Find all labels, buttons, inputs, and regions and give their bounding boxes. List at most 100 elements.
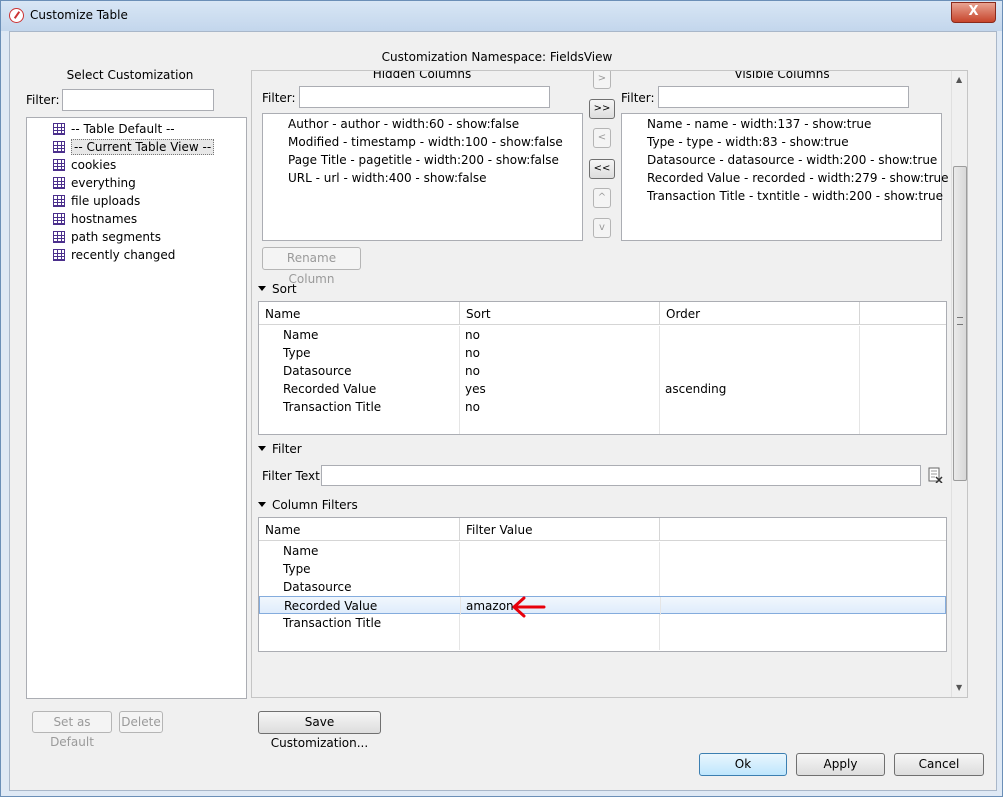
visible-column-item[interactable]: Recorded Value - recorded - width:279 - … (647, 169, 949, 187)
set-as-default-button[interactable]: Set as Default (32, 711, 112, 749)
collapse-triangle-icon (258, 286, 266, 291)
move-left-button[interactable]: < (593, 128, 611, 148)
save-customization-button[interactable]: Save Customization... (258, 711, 381, 750)
sort-table-row[interactable]: Name no (259, 326, 946, 344)
hidden-column-item[interactable]: Author - author - width:60 - show:false (288, 115, 519, 133)
customization-item[interactable]: file uploads (53, 192, 140, 210)
filter-text-input[interactable] (321, 465, 921, 486)
column-filter-row-cell[interactable] (460, 632, 660, 650)
column-filter-row[interactable]: Type (259, 560, 946, 578)
sort-table-row[interactable]: Type no (259, 344, 946, 362)
sort-table-row-cell[interactable]: ascending (660, 380, 860, 398)
visible-column-item[interactable]: Name - name - width:137 - show:true (647, 115, 871, 133)
sort-table-row-cell[interactable] (660, 398, 860, 416)
cf-header-name[interactable]: Name (259, 518, 460, 540)
column-filter-row[interactable] (259, 632, 946, 650)
column-filter-row-cell[interactable] (460, 542, 660, 560)
sort-table-row-cell[interactable] (660, 326, 860, 344)
customization-item[interactable]: cookies (53, 156, 116, 174)
visible-column-item[interactable]: Transaction Title - txntitle - width:200… (647, 187, 943, 205)
sort-table-row-cell[interactable] (660, 344, 860, 362)
column-filter-row-cell[interactable] (460, 614, 660, 632)
move-all-left-button[interactable]: << (589, 159, 615, 179)
cf-header-filter-value[interactable]: Filter Value (460, 518, 660, 540)
sort-table-row-cell[interactable]: yes (460, 380, 660, 398)
scroll-down-icon[interactable]: ▼ (956, 683, 962, 692)
sort-table-row-cell[interactable]: no (460, 326, 660, 344)
move-all-right-button[interactable]: >> (589, 99, 615, 119)
sort-table-row-cell[interactable] (259, 416, 460, 434)
sort-table-row-cell[interactable]: no (460, 344, 660, 362)
table-icon (53, 195, 65, 207)
column-filter-row-cell[interactable] (460, 560, 660, 578)
sort-section-header[interactable]: Sort (258, 281, 297, 297)
sort-table[interactable]: Name Sort Order Name no Type no Datasource no… (258, 301, 947, 435)
settings-scrollbar[interactable]: ▲ ▼ (951, 71, 967, 697)
customization-item[interactable]: path segments (53, 228, 161, 246)
column-filter-row-cell[interactable] (259, 632, 460, 650)
sort-header-sort[interactable]: Sort (460, 302, 660, 324)
hidden-columns-list[interactable]: Author - author - width:60 - show:false M… (262, 113, 583, 241)
sort-table-row[interactable]: Datasource no (259, 362, 946, 380)
sort-table-row-cell[interactable]: Transaction Title (259, 398, 460, 416)
close-button[interactable]: X (951, 2, 996, 23)
column-filter-row[interactable]: Name (259, 542, 946, 560)
move-up-button[interactable]: ^ (593, 188, 611, 208)
customization-item[interactable]: -- Table Default -- (53, 120, 175, 138)
sort-table-row-cell[interactable] (460, 416, 660, 434)
column-filter-row[interactable]: Datasource (259, 578, 946, 596)
sort-table-row-cell[interactable]: Name (259, 326, 460, 344)
sort-table-row-cell[interactable] (660, 362, 860, 380)
sort-table-row-cell[interactable] (660, 416, 860, 434)
clear-filter-icon[interactable] (927, 467, 943, 484)
sort-header-name[interactable]: Name (259, 302, 460, 324)
move-right-button[interactable]: > (593, 71, 611, 89)
hidden-column-item[interactable]: Page Title - pagetitle - width:200 - sho… (288, 151, 559, 169)
sort-table-row[interactable]: Transaction Title no (259, 398, 946, 416)
sort-header-order[interactable]: Order (660, 302, 860, 324)
scrollbar-thumb[interactable] (953, 166, 967, 481)
visible-column-item[interactable]: Datasource - datasource - width:200 - sh… (647, 151, 937, 169)
customization-item[interactable]: hostnames (53, 210, 137, 228)
customization-item[interactable]: everything (53, 174, 136, 192)
move-down-button[interactable]: v (593, 218, 611, 238)
sort-table-row-cell[interactable]: no (460, 362, 660, 380)
column-filter-row[interactable]: Recorded Value amazon (259, 596, 946, 615)
filter-section-header[interactable]: Filter (258, 441, 302, 457)
hidden-column-item[interactable]: URL - url - width:400 - show:false (288, 169, 487, 187)
column-filter-row-cell[interactable]: amazon (461, 597, 661, 615)
sort-table-row-cell[interactable]: Type (259, 344, 460, 362)
column-filter-row-cell[interactable]: Datasource (259, 578, 460, 596)
hidden-column-item[interactable]: Modified - timestamp - width:100 - show:… (288, 133, 563, 151)
column-filter-row-cell[interactable]: Type (259, 560, 460, 578)
customization-list[interactable]: -- Table Default -- -- Current Table View… (26, 117, 247, 699)
column-filter-row[interactable]: Transaction Title (259, 614, 946, 632)
hidden-filter-label: Filter: (262, 91, 296, 105)
column-filters-section-header[interactable]: Column Filters (258, 497, 358, 513)
sort-table-row-cell[interactable]: Recorded Value (259, 380, 460, 398)
visible-column-item[interactable]: Type - type - width:83 - show:true (647, 133, 849, 151)
column-filters-table[interactable]: Name Filter Value Name Type Datasource Reco… (258, 517, 947, 652)
cancel-button[interactable]: Cancel (894, 753, 984, 776)
sort-table-row[interactable]: Recorded Value yes ascending (259, 380, 946, 398)
customization-item[interactable]: -- Current Table View -- (53, 138, 215, 156)
sort-table-row-cell[interactable]: no (460, 398, 660, 416)
visible-filter-input[interactable] (658, 86, 909, 108)
scroll-up-icon[interactable]: ▲ (956, 75, 962, 84)
column-filter-row-cell[interactable]: Transaction Title (259, 614, 460, 632)
apply-button[interactable]: Apply (796, 753, 885, 776)
hidden-filter-input[interactable] (299, 86, 550, 108)
left-filter-input[interactable] (62, 89, 214, 111)
ok-button[interactable]: Ok (699, 753, 787, 776)
visible-columns-list[interactable]: Name - name - width:137 - show:true Type … (621, 113, 949, 241)
delete-button[interactable]: Delete (119, 711, 163, 733)
customization-item[interactable]: recently changed (53, 246, 175, 264)
column-filter-row-cell[interactable]: Recorded Value (260, 597, 461, 615)
table-icon (53, 159, 65, 171)
column-filter-row-cell[interactable]: Name (259, 542, 460, 560)
sort-table-row-cell[interactable]: Datasource (259, 362, 460, 380)
namespace-label: Customization Namespace: FieldsView (381, 50, 613, 64)
rename-column-button[interactable]: Rename Column (262, 247, 361, 286)
sort-table-row[interactable] (259, 416, 946, 434)
column-filter-row-cell[interactable] (460, 578, 660, 596)
